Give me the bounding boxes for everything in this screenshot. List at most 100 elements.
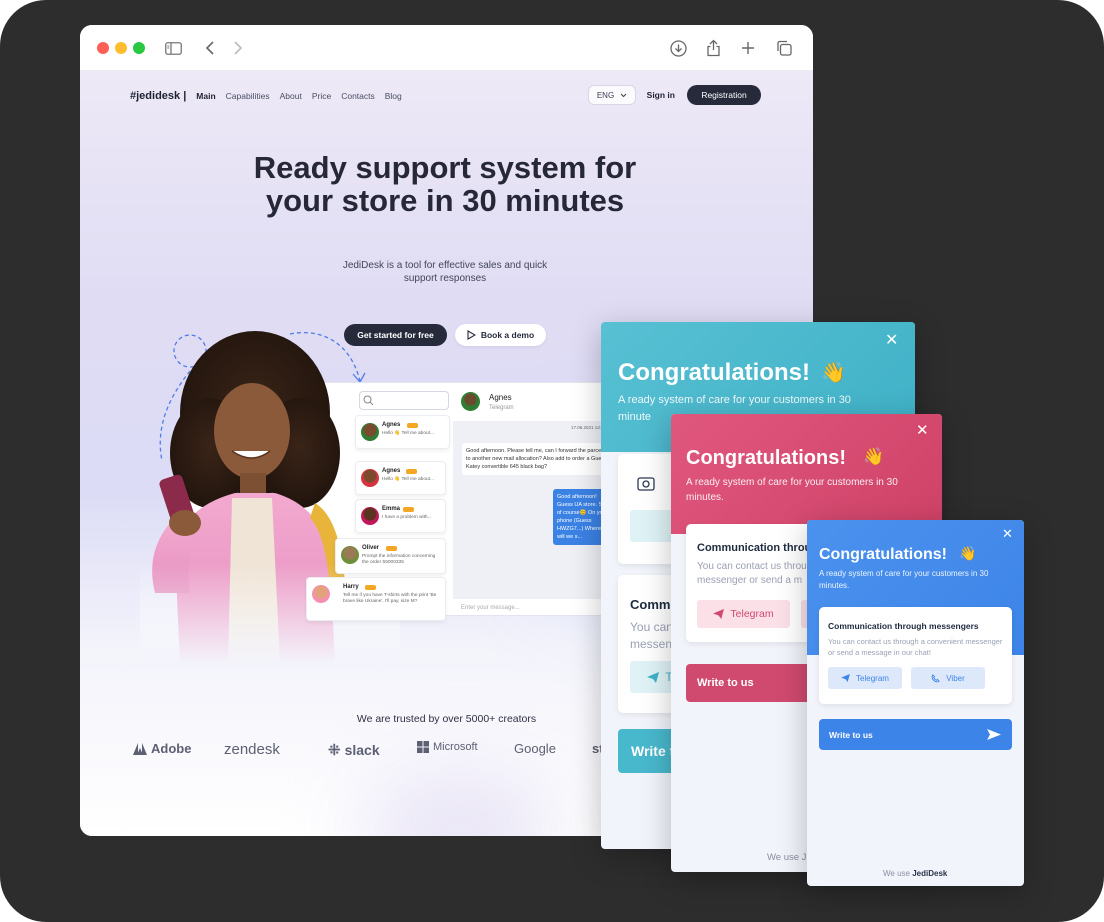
telegram-icon [647,671,660,683]
site-logo[interactable]: #jedidesk | [130,90,186,102]
incoming-message: Good afternoon. Please tell me, can I fo… [462,443,612,475]
telegram-button[interactable]: Telegram [828,667,902,689]
chat-name: Harry [343,584,359,590]
popup-title: Congratulations! [618,359,810,386]
brand-google: Google [514,741,556,756]
messenger-card: Communication through messengers You can… [819,607,1012,704]
avatar [361,423,379,441]
avatar [312,585,330,603]
top-navigation: #jedidesk | Main Capabilities About Pric… [130,85,761,107]
telegram-button[interactable]: Telegram [697,600,790,628]
card-title: Comm [630,597,671,612]
popup-subtitle: A ready system of care for your customer… [686,477,898,503]
nav-main[interactable]: Main [196,91,215,101]
signin-link[interactable]: Sign in [647,90,675,100]
background-blob [360,771,560,836]
new-badge [386,546,397,551]
zoom-window-button[interactable] [133,42,145,54]
viber-icon [931,673,941,682]
chevron-down-icon [620,93,627,97]
card-title: Communication through messengers [828,621,979,631]
nav-blog[interactable]: Blog [385,91,402,101]
list-item[interactable]: Emma I have a problem with... [355,499,446,533]
chat-icon [637,477,655,491]
new-badge [407,423,418,428]
new-tab-icon[interactable] [737,37,759,59]
brand-zendesk: zendesk [224,741,280,758]
chat-preview: I have a problem with... [382,515,432,520]
hero-title: Ready support system for your store in 3… [253,150,637,218]
popup-blue: ✕ Congratulations! 👋 A ready system of c… [807,520,1024,886]
new-badge [406,469,417,474]
card-text: You can contact us throu messenger or se… [697,561,807,586]
microsoft-icon [417,741,429,753]
close-icon[interactable]: ✕ [885,333,898,349]
list-item[interactable]: Harry Tell me if you have T-shirts with … [306,577,446,621]
book-demo-label: Book a demo [480,330,535,340]
nav-about[interactable]: About [280,91,302,101]
download-icon[interactable] [667,37,689,59]
hero-subtitle: JediDesk is a tool for effective sales a… [342,260,548,284]
nav-contacts[interactable]: Contacts [341,91,375,101]
share-icon[interactable] [702,37,724,59]
popup-footer: We use JediDesk [883,869,948,878]
new-badge [365,585,376,590]
popup-title: Congratulations! [819,546,947,563]
sidebar-icon[interactable] [162,37,184,59]
chat-name: Agnes [382,468,401,474]
brand-slack: ⁜ slack [328,742,380,759]
brand-adobe: Adobe [133,741,191,756]
list-item[interactable]: Oliver Prompt the information concerning… [335,538,446,574]
book-demo-button[interactable]: Book a demo [455,324,546,346]
message-input[interactable]: Enter your message... [461,605,520,611]
avatar [361,469,379,487]
viber-button[interactable]: Viber [911,667,985,689]
message-area: 17.06.2021 13:43 Good afternoon. Please … [453,421,616,599]
waving-hand-icon: 👋 [959,545,977,561]
avatar [461,392,480,411]
close-icon[interactable]: ✕ [1002,526,1013,542]
device-frame: #jedidesk | Main Capabilities About Pric… [0,0,1104,922]
popup-subtitle: A ready system of care for your customer… [819,569,989,590]
chat-preview: Hello 👋 Tell me about... [382,477,435,482]
close-window-button[interactable] [97,42,109,54]
card-title: Communication throu [697,542,812,554]
tabs-overview-icon[interactable] [773,37,795,59]
chat-preview: Prompt the information concerning the or… [362,554,436,565]
card-text: You can contact us through a convenient … [828,637,1003,657]
avatar [341,546,359,564]
chat-preview: Hello 👋 Tell me about... [382,431,435,436]
popup-footer: We use J [767,852,807,863]
telegram-icon [841,674,850,682]
nav-price[interactable]: Price [312,91,331,101]
browser-toolbar [80,25,813,71]
slack-icon: ⁜ [328,742,341,759]
adobe-icon [133,742,147,755]
play-icon [467,330,476,340]
registration-button[interactable]: Registration [687,85,761,105]
waving-hand-icon: 👋 [821,362,846,384]
list-item[interactable]: Agnes Hello 👋 Tell me about... [355,461,446,495]
chat-name: Agnes [382,422,401,428]
forward-icon[interactable] [227,37,249,59]
brand-microsoft: Microsoft [417,741,478,753]
chat-name: Oliver [362,545,380,551]
popup-header [671,414,942,534]
waving-hand-icon: 👋 [863,447,885,466]
chat-contact-name: Agnes [489,393,512,402]
new-badge [403,507,414,512]
chat-name: Emma [382,506,401,512]
send-icon [987,729,1001,740]
list-item[interactable]: Agnes Hello 👋 Tell me about... [355,415,450,449]
nav-capabilities[interactable]: Capabilities [226,91,270,101]
telegram-icon [713,609,725,619]
chat-preview: Tell me if you have T-shirts with the pr… [343,593,437,604]
close-icon[interactable]: ✕ [916,423,929,439]
write-to-us-button[interactable]: Write to us [819,719,1012,750]
write-to-us-label: Write to us [829,729,873,740]
language-select[interactable]: ENG [588,85,636,105]
minimize-window-button[interactable] [115,42,127,54]
avatar [361,507,379,525]
back-icon[interactable] [199,37,221,59]
chat-contact-channel: Telegram [489,405,514,411]
